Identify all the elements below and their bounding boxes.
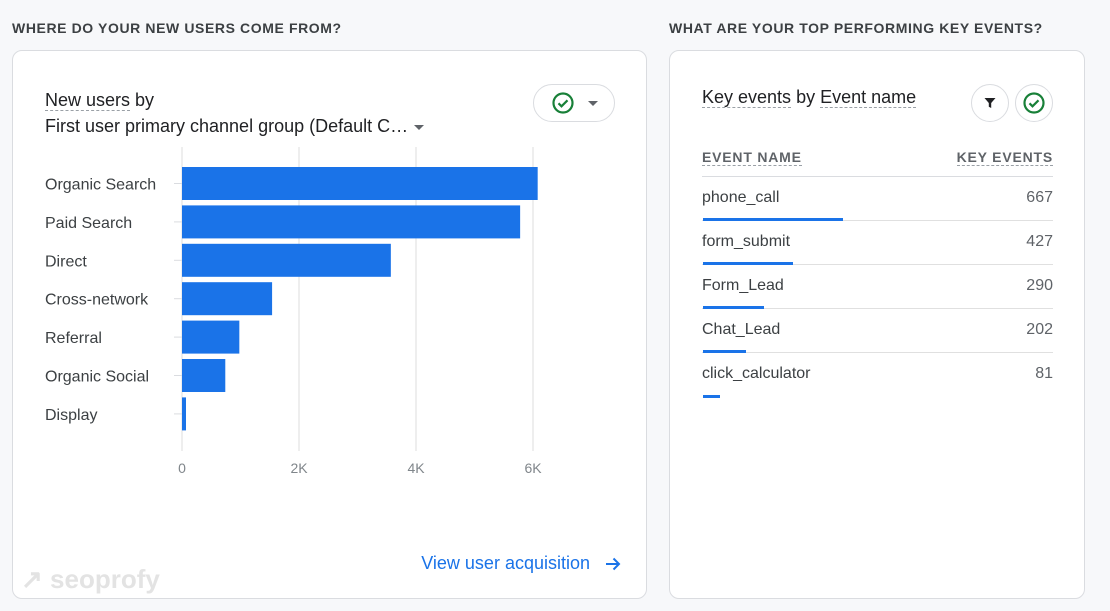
filter-button[interactable] — [971, 84, 1009, 122]
share-bar — [703, 395, 721, 398]
category-label: Paid Search — [45, 215, 132, 232]
event-name: click_calculator — [702, 365, 811, 382]
key-events-table: EVENT NAME KEY EVENTS phone_call 667 form_… — [702, 149, 1053, 398]
check-circle-icon — [1023, 92, 1045, 114]
dimension-label[interactable]: Event name — [820, 87, 917, 108]
table-body: phone_call 667 form_submit 427 Form_Lead 290 C… — [702, 177, 1053, 398]
table-row[interactable]: Chat_Lead 202 — [702, 309, 1053, 353]
title-by: by — [130, 90, 155, 110]
category-label: Referral — [45, 330, 102, 347]
watermark-text: seoprofy — [50, 564, 160, 594]
bar[interactable] — [182, 397, 186, 431]
key-events-card: Key events by Event name EVENT NAME KEY … — [669, 50, 1085, 599]
watermark: ↗ seoprofy — [21, 564, 160, 595]
new-users-card: New users by First user primary channel … — [12, 50, 647, 599]
table-row[interactable]: phone_call 667 — [702, 177, 1053, 221]
metric-label[interactable]: Key events — [702, 87, 792, 108]
event-name: Form_Lead — [702, 277, 784, 294]
new-users-bar-chart: 0 2K 4K 6K Organic Search Paid Search Direct Cr… — [45, 147, 542, 476]
key-events-value: 667 — [1026, 189, 1053, 206]
column-header-event-name[interactable]: EVENT NAME — [702, 149, 802, 166]
status-button[interactable] — [1015, 84, 1053, 122]
chart-title: New users by First user primary channel … — [45, 87, 425, 139]
event-name: form_submit — [702, 233, 791, 250]
arrow-right-icon — [606, 557, 621, 570]
view-user-acquisition-link[interactable]: View user acquisition — [421, 553, 622, 574]
link-label: View user acquisition — [421, 553, 590, 573]
x-tick-label: 6K — [524, 460, 542, 476]
bar[interactable] — [182, 243, 391, 277]
caret-down-icon — [587, 100, 598, 106]
table-header: EVENT NAME KEY EVENTS — [702, 149, 1053, 177]
dimension-selector[interactable]: First user primary channel group (Defaul… — [45, 113, 425, 139]
category-label: Organic Social — [45, 369, 149, 386]
category-label: Direct — [45, 253, 87, 270]
bar[interactable] — [182, 205, 521, 239]
key-events-value: 427 — [1026, 233, 1053, 250]
bar[interactable] — [182, 282, 273, 316]
column-header-key-events[interactable]: KEY EVENTS — [956, 149, 1053, 166]
left-section-heading: WHERE DO YOUR NEW USERS COME FROM? — [12, 20, 342, 36]
table-row[interactable]: form_submit 427 — [702, 221, 1053, 265]
check-circle-icon — [551, 92, 574, 114]
filter-icon — [984, 98, 996, 108]
right-section-heading: WHAT ARE YOUR TOP PERFORMING KEY EVENTS? — [669, 20, 1043, 36]
title-by: by — [791, 87, 821, 107]
event-name: Chat_Lead — [702, 321, 781, 338]
dimension-label: First user primary channel group (Defaul… — [45, 116, 409, 136]
bar[interactable] — [182, 167, 538, 200]
category-label: Display — [45, 407, 97, 424]
x-tick-label: 2K — [290, 460, 308, 476]
x-tick-label: 4K — [407, 460, 425, 476]
event-name: phone_call — [702, 189, 780, 206]
key-events-value: 202 — [1026, 321, 1053, 338]
bar[interactable] — [182, 320, 240, 354]
table-row[interactable]: Form_Lead 290 — [702, 265, 1053, 309]
metric-label[interactable]: New users — [45, 90, 131, 111]
bar[interactable] — [182, 359, 226, 392]
x-tick-label: 0 — [178, 460, 186, 476]
arrow-up-right-icon: ↗ — [21, 564, 43, 594]
caret-down-icon — [414, 125, 425, 130]
category-label: Cross-network — [45, 292, 149, 309]
key-events-value: 81 — [1035, 365, 1053, 382]
compare-menu-button[interactable] — [533, 84, 615, 122]
table-row[interactable]: click_calculator 81 — [702, 353, 1053, 398]
key-events-title: Key events by Event name — [702, 87, 917, 108]
category-label: Organic Search — [45, 177, 156, 194]
key-events-value: 290 — [1026, 277, 1053, 294]
